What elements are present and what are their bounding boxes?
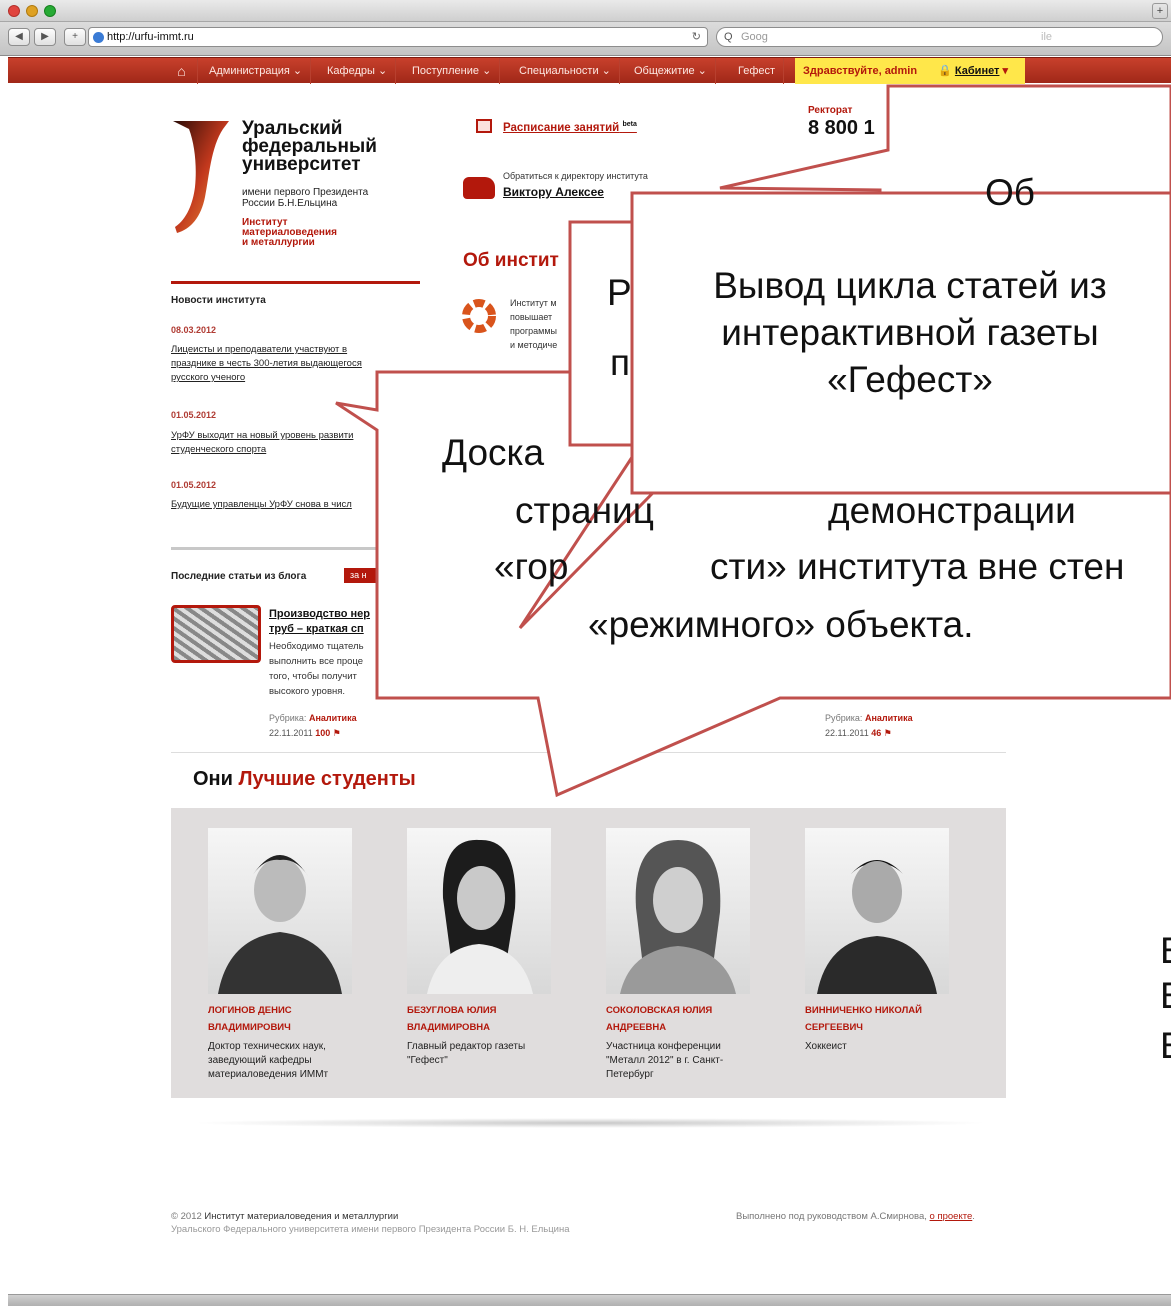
right-edge-fragment: Е — [1160, 1025, 1171, 1067]
callout-back-text: сти» института вне стен — [710, 546, 1125, 587]
right-edge-fragment: Е — [1160, 930, 1171, 972]
callout-back-text: «гор — [494, 546, 569, 587]
callout-back-text: «режимного» объекта. — [588, 604, 974, 645]
callout-back-text: демонстрации — [828, 490, 1076, 531]
callout-back-text: страниц — [515, 490, 654, 531]
callout-front-text: Вывод цикла статей из интерактивной газет… — [713, 265, 1107, 400]
callout-back-text: Доска — [442, 432, 545, 473]
callout-middle-fragment: Р — [607, 272, 632, 313]
callout-middle-fragment: п — [610, 342, 631, 383]
right-edge-fragment: Е — [1160, 975, 1171, 1017]
callout-top-right-text: Об — [985, 172, 1035, 213]
